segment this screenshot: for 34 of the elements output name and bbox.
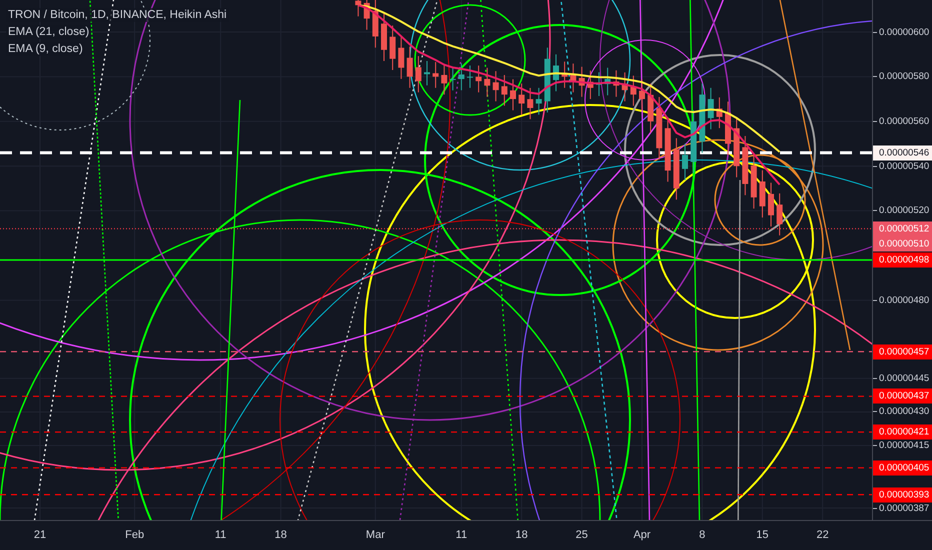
time-tick-label: 11 bbox=[456, 529, 468, 541]
indicator-label: EMA (21, close) bbox=[6, 25, 92, 39]
time-tick-label: 25 bbox=[576, 529, 588, 541]
time-tick-label: 21 bbox=[34, 529, 46, 541]
price-tick-label: 0.00000540 bbox=[878, 160, 930, 172]
price-tick-label: 0.00000560 bbox=[878, 116, 930, 127]
price-tick-label: 0.00000415 bbox=[878, 440, 930, 451]
price-tick-label: 0.00000480 bbox=[878, 294, 930, 306]
time-tick-label: Apr bbox=[633, 529, 651, 541]
price-tick-label: 0.00000387 bbox=[878, 502, 930, 514]
price-tick-label: 0.00000600 bbox=[878, 26, 930, 38]
indicator-label: EMA (9, close) bbox=[6, 42, 85, 56]
time-tick-label: Mar bbox=[366, 529, 385, 541]
chart-title: TRON / Bitcoin, 1D, BINANCE, Heikin Ashi bbox=[6, 8, 229, 22]
price-label: 0.00000498 bbox=[873, 252, 932, 268]
price-tick-label: 0.00000520 bbox=[878, 205, 930, 216]
time-tick-label: 18 bbox=[515, 529, 528, 541]
price-label: 0.00000510 bbox=[873, 236, 932, 252]
price-label: 0.00000512 bbox=[873, 221, 932, 236]
price-tick-label: 0.00000430 bbox=[878, 406, 930, 418]
price-label: 0.00000437 bbox=[873, 388, 932, 404]
time-tick-label: 8 bbox=[699, 529, 706, 541]
time-tick-label: 18 bbox=[274, 529, 287, 541]
price-label: 0.00000405 bbox=[873, 460, 932, 476]
time-tick-label: Feb bbox=[125, 529, 144, 541]
price-label: 0.00000457 bbox=[873, 344, 932, 360]
time-tick-label: 11 bbox=[214, 529, 226, 541]
price-tick-label: 0.00000445 bbox=[878, 372, 930, 384]
price-label: 0.00000546 bbox=[873, 145, 932, 160]
price-tick-label: 0.00000580 bbox=[878, 71, 930, 82]
time-tick-label: 22 bbox=[816, 529, 829, 541]
price-label: 0.00000421 bbox=[873, 424, 932, 440]
time-tick-label: 15 bbox=[756, 529, 769, 541]
price-label: 0.00000393 bbox=[873, 487, 932, 502]
